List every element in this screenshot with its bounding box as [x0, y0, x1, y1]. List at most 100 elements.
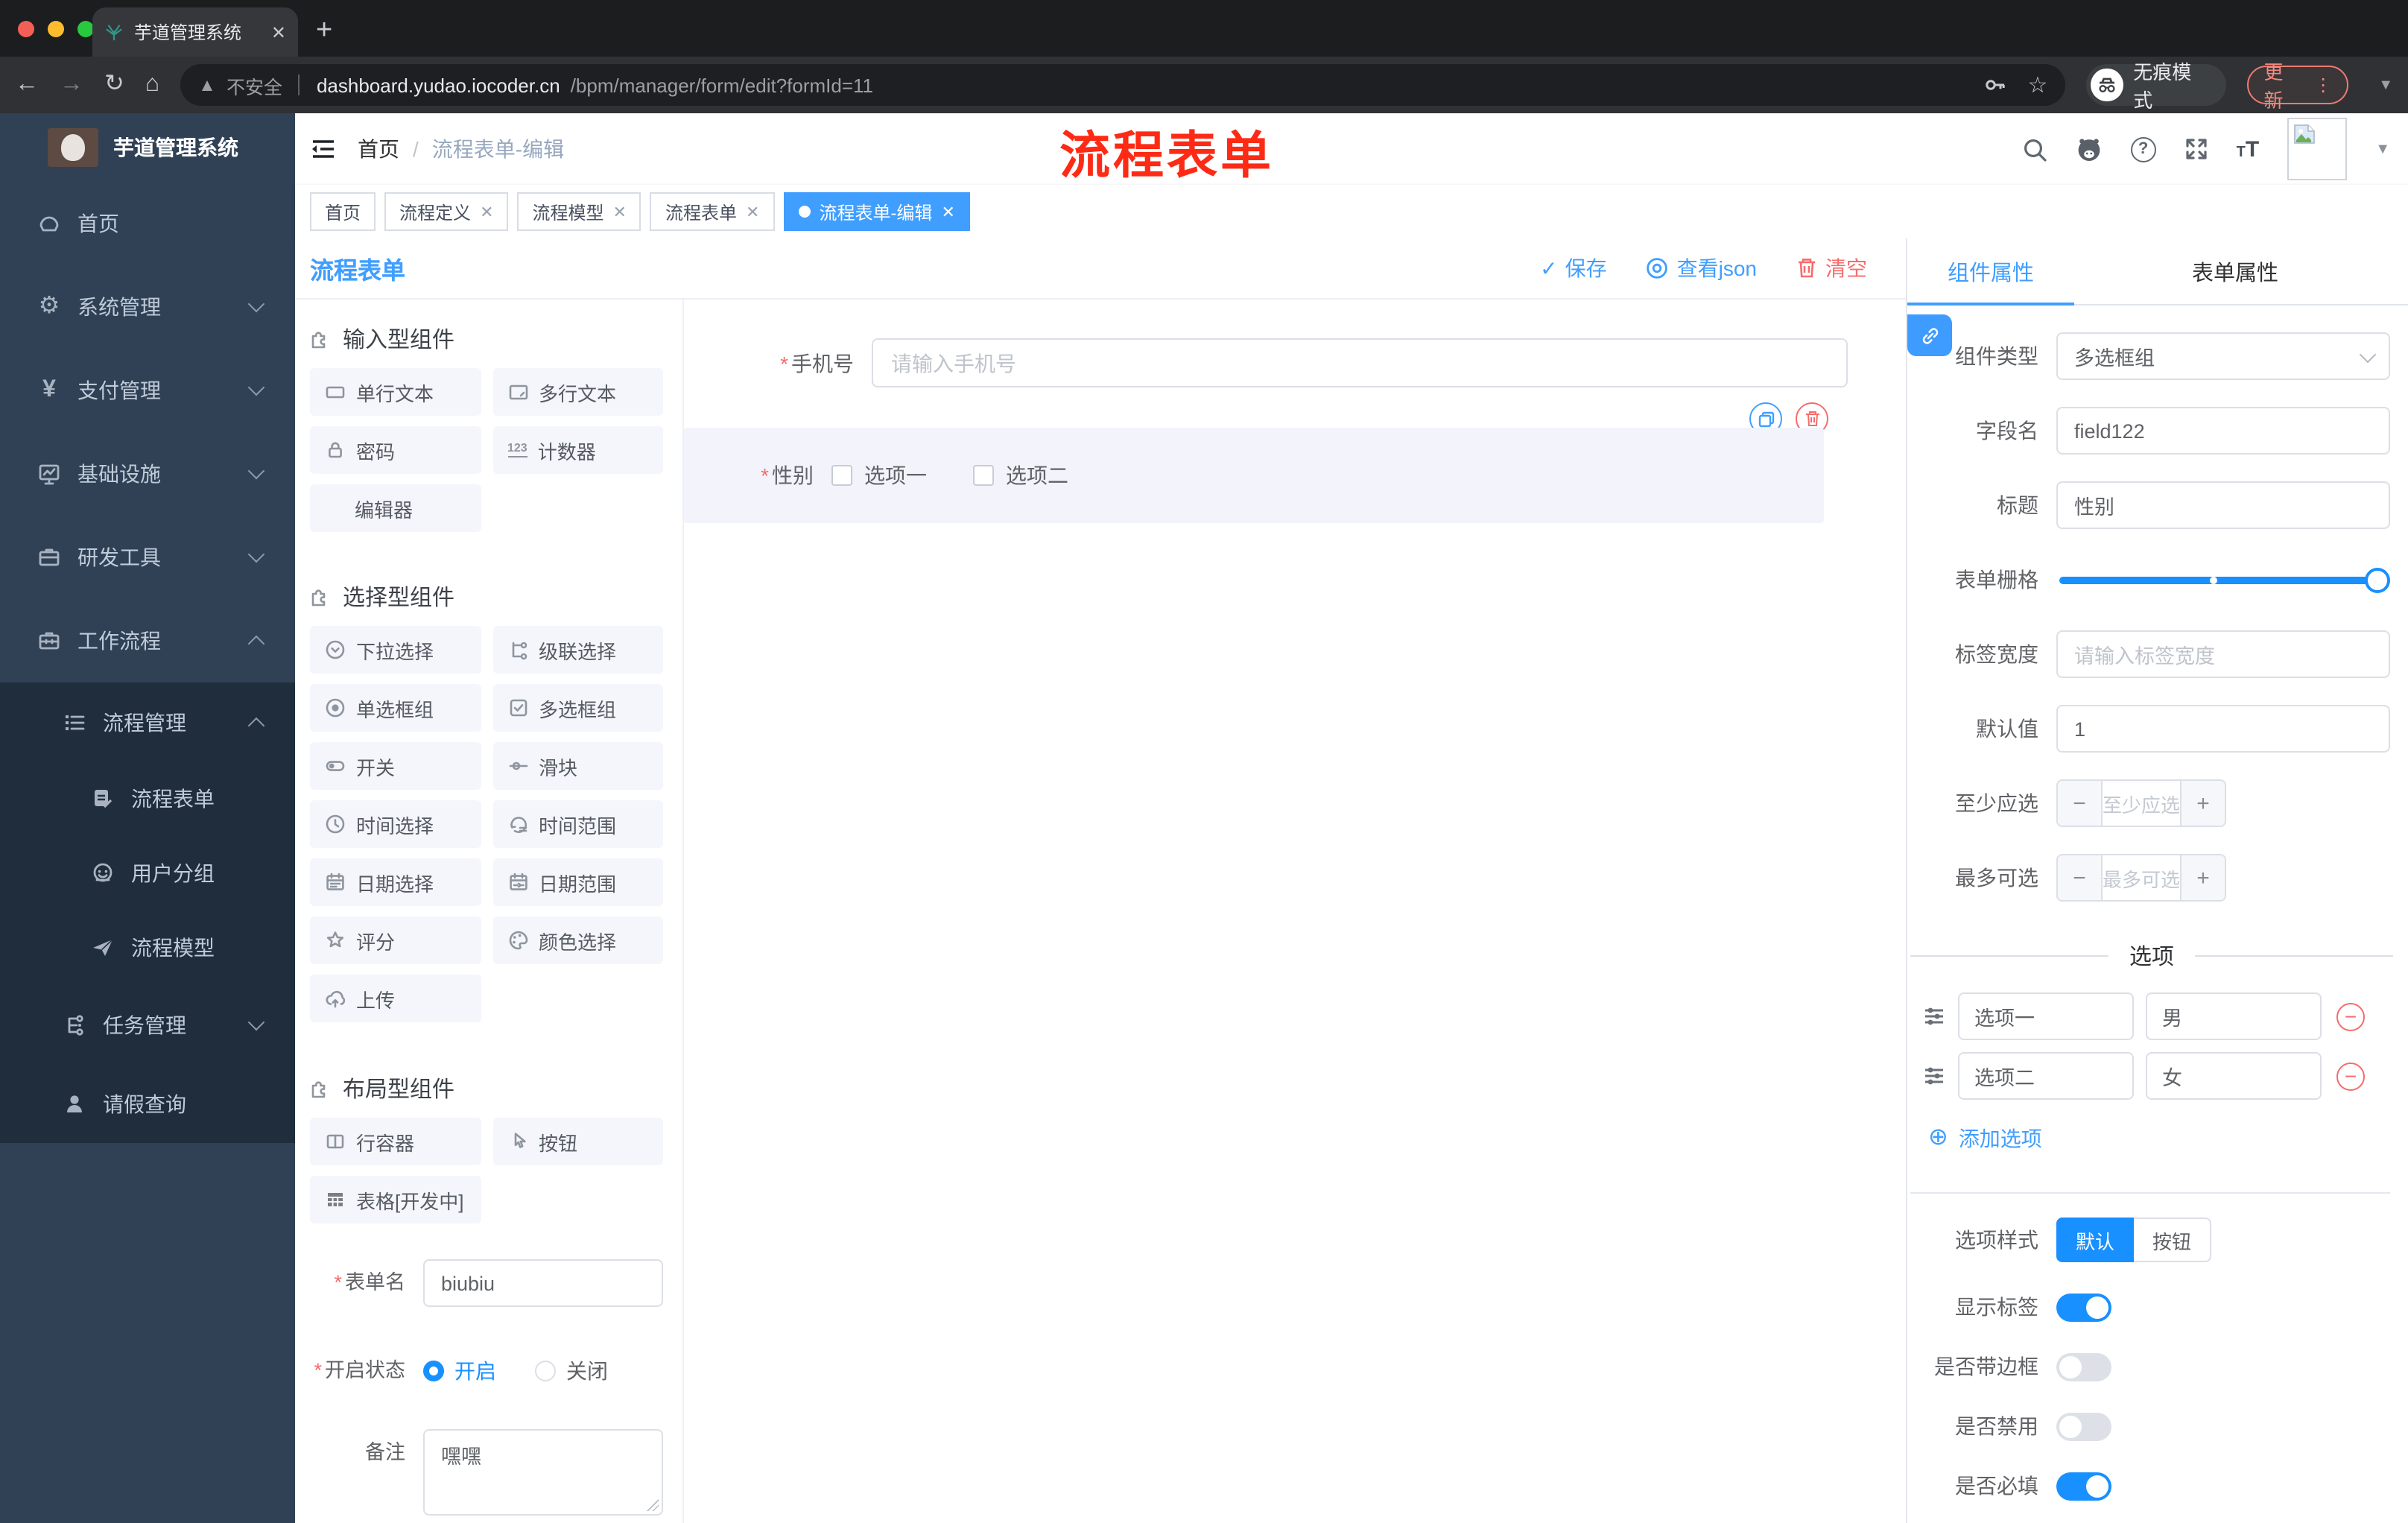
palette-item-date-range[interactable]: 日期范围 [492, 858, 663, 906]
sidebar-item-leave-query[interactable]: 请假查询 [0, 1064, 295, 1143]
drag-handle-icon[interactable] [1922, 1004, 1946, 1028]
border-toggle[interactable] [2056, 1352, 2111, 1381]
forward-icon[interactable]: → [60, 72, 83, 97]
tag-close-icon[interactable]: ✕ [613, 202, 627, 221]
tag-process-form-edit[interactable]: 流程表单-编辑 ✕ [783, 192, 970, 231]
palette-item-single-text[interactable]: 单行文本 [310, 368, 481, 416]
sidebar-item-workflow[interactable]: 工作流程 [0, 599, 295, 683]
palette-item-checkbox-group[interactable]: 多选框组 [492, 684, 663, 732]
status-off-radio[interactable]: 关闭 [535, 1347, 608, 1395]
palette-item-row-container[interactable]: 行容器 [310, 1118, 481, 1165]
palette-item-editor[interactable]: 编辑器 [310, 484, 481, 532]
minimize-window-icon[interactable] [48, 21, 64, 37]
min-check-stepper[interactable]: − 至少应选 + [2056, 779, 2226, 827]
tab-form-props[interactable]: 表单属性 [2152, 238, 2319, 304]
add-option-button[interactable]: ⊕ 添加选项 [1928, 1124, 2408, 1153]
slider-handle[interactable] [2365, 568, 2390, 593]
palette-item-upload[interactable]: 上传 [310, 975, 481, 1022]
tag-process-definition[interactable]: 流程定义 ✕ [384, 192, 509, 231]
decrease-button[interactable]: − [2058, 855, 2103, 900]
palette-item-time-range[interactable]: 时间范围 [492, 800, 663, 848]
palette-item-time[interactable]: 时间选择 [310, 800, 481, 848]
decrease-button[interactable]: − [2058, 781, 2103, 826]
phone-field-input[interactable]: 请输入手机号 [872, 338, 1848, 387]
palette-item-table[interactable]: 表格[开发中] [310, 1176, 481, 1223]
phone-field-row[interactable]: * 手机号 请输入手机号 [752, 338, 1848, 387]
search-icon[interactable] [2022, 136, 2047, 162]
tag-process-form[interactable]: 流程表单 ✕ [650, 192, 775, 231]
tag-close-icon[interactable]: ✕ [480, 202, 493, 221]
max-check-stepper[interactable]: − 最多可选 + [2056, 854, 2226, 902]
increase-button[interactable]: + [2180, 781, 2225, 826]
view-json-button[interactable]: 查看json [1646, 253, 1757, 283]
browser-tab[interactable]: 芋道管理系统 ✕ [92, 7, 298, 57]
palette-item-slider[interactable]: 滑块 [492, 742, 663, 790]
browser-menu-icon[interactable]: ⋮ [2314, 75, 2332, 95]
option-name-input[interactable]: 选项二 [1958, 1052, 2134, 1100]
default-value-input[interactable]: 1 [2056, 705, 2390, 753]
disabled-toggle[interactable] [2056, 1412, 2111, 1440]
tag-home[interactable]: 首页 [310, 192, 376, 231]
palette-item-color[interactable]: 颜色选择 [492, 916, 663, 964]
sidebar-item-process-model[interactable]: 流程模型 [0, 911, 295, 985]
sidebar-item-task-mgmt[interactable]: 任务管理 [0, 985, 295, 1064]
help-icon[interactable]: ? [2130, 136, 2156, 162]
checkbox-icon[interactable] [973, 465, 994, 486]
bookmark-star-icon[interactable]: ☆ [2027, 72, 2047, 98]
breadcrumb-home[interactable]: 首页 [358, 134, 399, 164]
sidebar-item-user-group[interactable]: 用户分组 [0, 836, 295, 911]
sidebar-item-system[interactable]: ⚙ 系统管理 [0, 265, 295, 349]
address-bar[interactable]: ▲ 不安全 dashboard.yudao.iocoder.cn/bpm/man… [180, 64, 2066, 106]
option-value-input[interactable]: 男 [2146, 992, 2322, 1040]
palette-item-password[interactable]: 密码 [310, 426, 481, 474]
palette-item-cascade[interactable]: 级联选择 [492, 626, 663, 674]
style-button-button[interactable]: 按钮 [2134, 1218, 2211, 1262]
clear-button[interactable]: 清空 [1796, 253, 1867, 283]
required-toggle[interactable] [2056, 1472, 2111, 1500]
sidebar-fold-icon[interactable] [310, 137, 337, 161]
component-type-select[interactable]: 多选框组 [2056, 332, 2390, 380]
drag-handle-icon[interactable] [1922, 1064, 1946, 1088]
remove-option-button[interactable]: − [2336, 1062, 2365, 1090]
zoom-window-icon[interactable] [77, 21, 94, 37]
form-remark-textarea[interactable]: 嘿嘿 [423, 1429, 663, 1516]
style-default-button[interactable]: 默认 [2056, 1218, 2134, 1262]
font-size-icon[interactable]: TT [2237, 136, 2260, 162]
sidebar-item-payment[interactable]: ¥ 支付管理 [0, 349, 295, 432]
avatar[interactable] [2287, 118, 2348, 180]
grid-slider[interactable] [2056, 556, 2390, 604]
gender-field-row-selected[interactable]: * 性别 选项一 选项二 [684, 428, 1824, 523]
save-button[interactable]: ✓ 保存 [1540, 253, 1606, 283]
close-window-icon[interactable] [18, 21, 34, 37]
palette-item-switch[interactable]: 开关 [310, 742, 481, 790]
window-controls[interactable] [18, 21, 94, 37]
tab-close-icon[interactable]: ✕ [271, 22, 286, 42]
option-value-input[interactable]: 女 [2146, 1052, 2322, 1100]
palette-item-multi-text[interactable]: 多行文本 [492, 368, 663, 416]
tag-process-model[interactable]: 流程模型 ✕ [517, 192, 641, 231]
sidebar-item-infra[interactable]: 基础设施 [0, 432, 295, 516]
reload-icon[interactable]: ↻ [104, 72, 124, 97]
status-on-radio[interactable]: 开启 [423, 1347, 496, 1395]
option-name-input[interactable]: 选项一 [1958, 992, 2134, 1040]
back-icon[interactable]: ← [15, 72, 39, 97]
sidebar-item-process-form[interactable]: 流程表单 [0, 762, 295, 836]
update-button[interactable]: 更新 ⋮ [2247, 61, 2349, 112]
link-tag[interactable] [1907, 314, 1952, 356]
profile-chevron-icon[interactable]: ▼ [2378, 77, 2393, 93]
sidebar-item-home[interactable]: 首页 [0, 182, 295, 265]
field-name-input[interactable]: field122 [2056, 407, 2390, 455]
show-label-toggle[interactable] [2056, 1293, 2111, 1321]
palette-item-button[interactable]: 按钮 [492, 1118, 663, 1165]
palette-item-radio-group[interactable]: 单选框组 [310, 684, 481, 732]
increase-button[interactable]: + [2180, 855, 2225, 900]
label-width-input[interactable]: 请输入标签宽度 [2056, 630, 2390, 678]
tab-component-props[interactable]: 组件属性 [1907, 238, 2074, 304]
tag-close-icon[interactable]: ✕ [941, 202, 954, 221]
title-input[interactable]: 性别 [2056, 481, 2390, 529]
remove-option-button[interactable]: − [2336, 1002, 2365, 1030]
home-icon[interactable]: ⌂ [145, 72, 159, 97]
new-tab-button[interactable]: + [316, 15, 332, 48]
tag-close-icon[interactable]: ✕ [746, 202, 759, 221]
sidebar-item-devtools[interactable]: 研发工具 [0, 516, 295, 599]
